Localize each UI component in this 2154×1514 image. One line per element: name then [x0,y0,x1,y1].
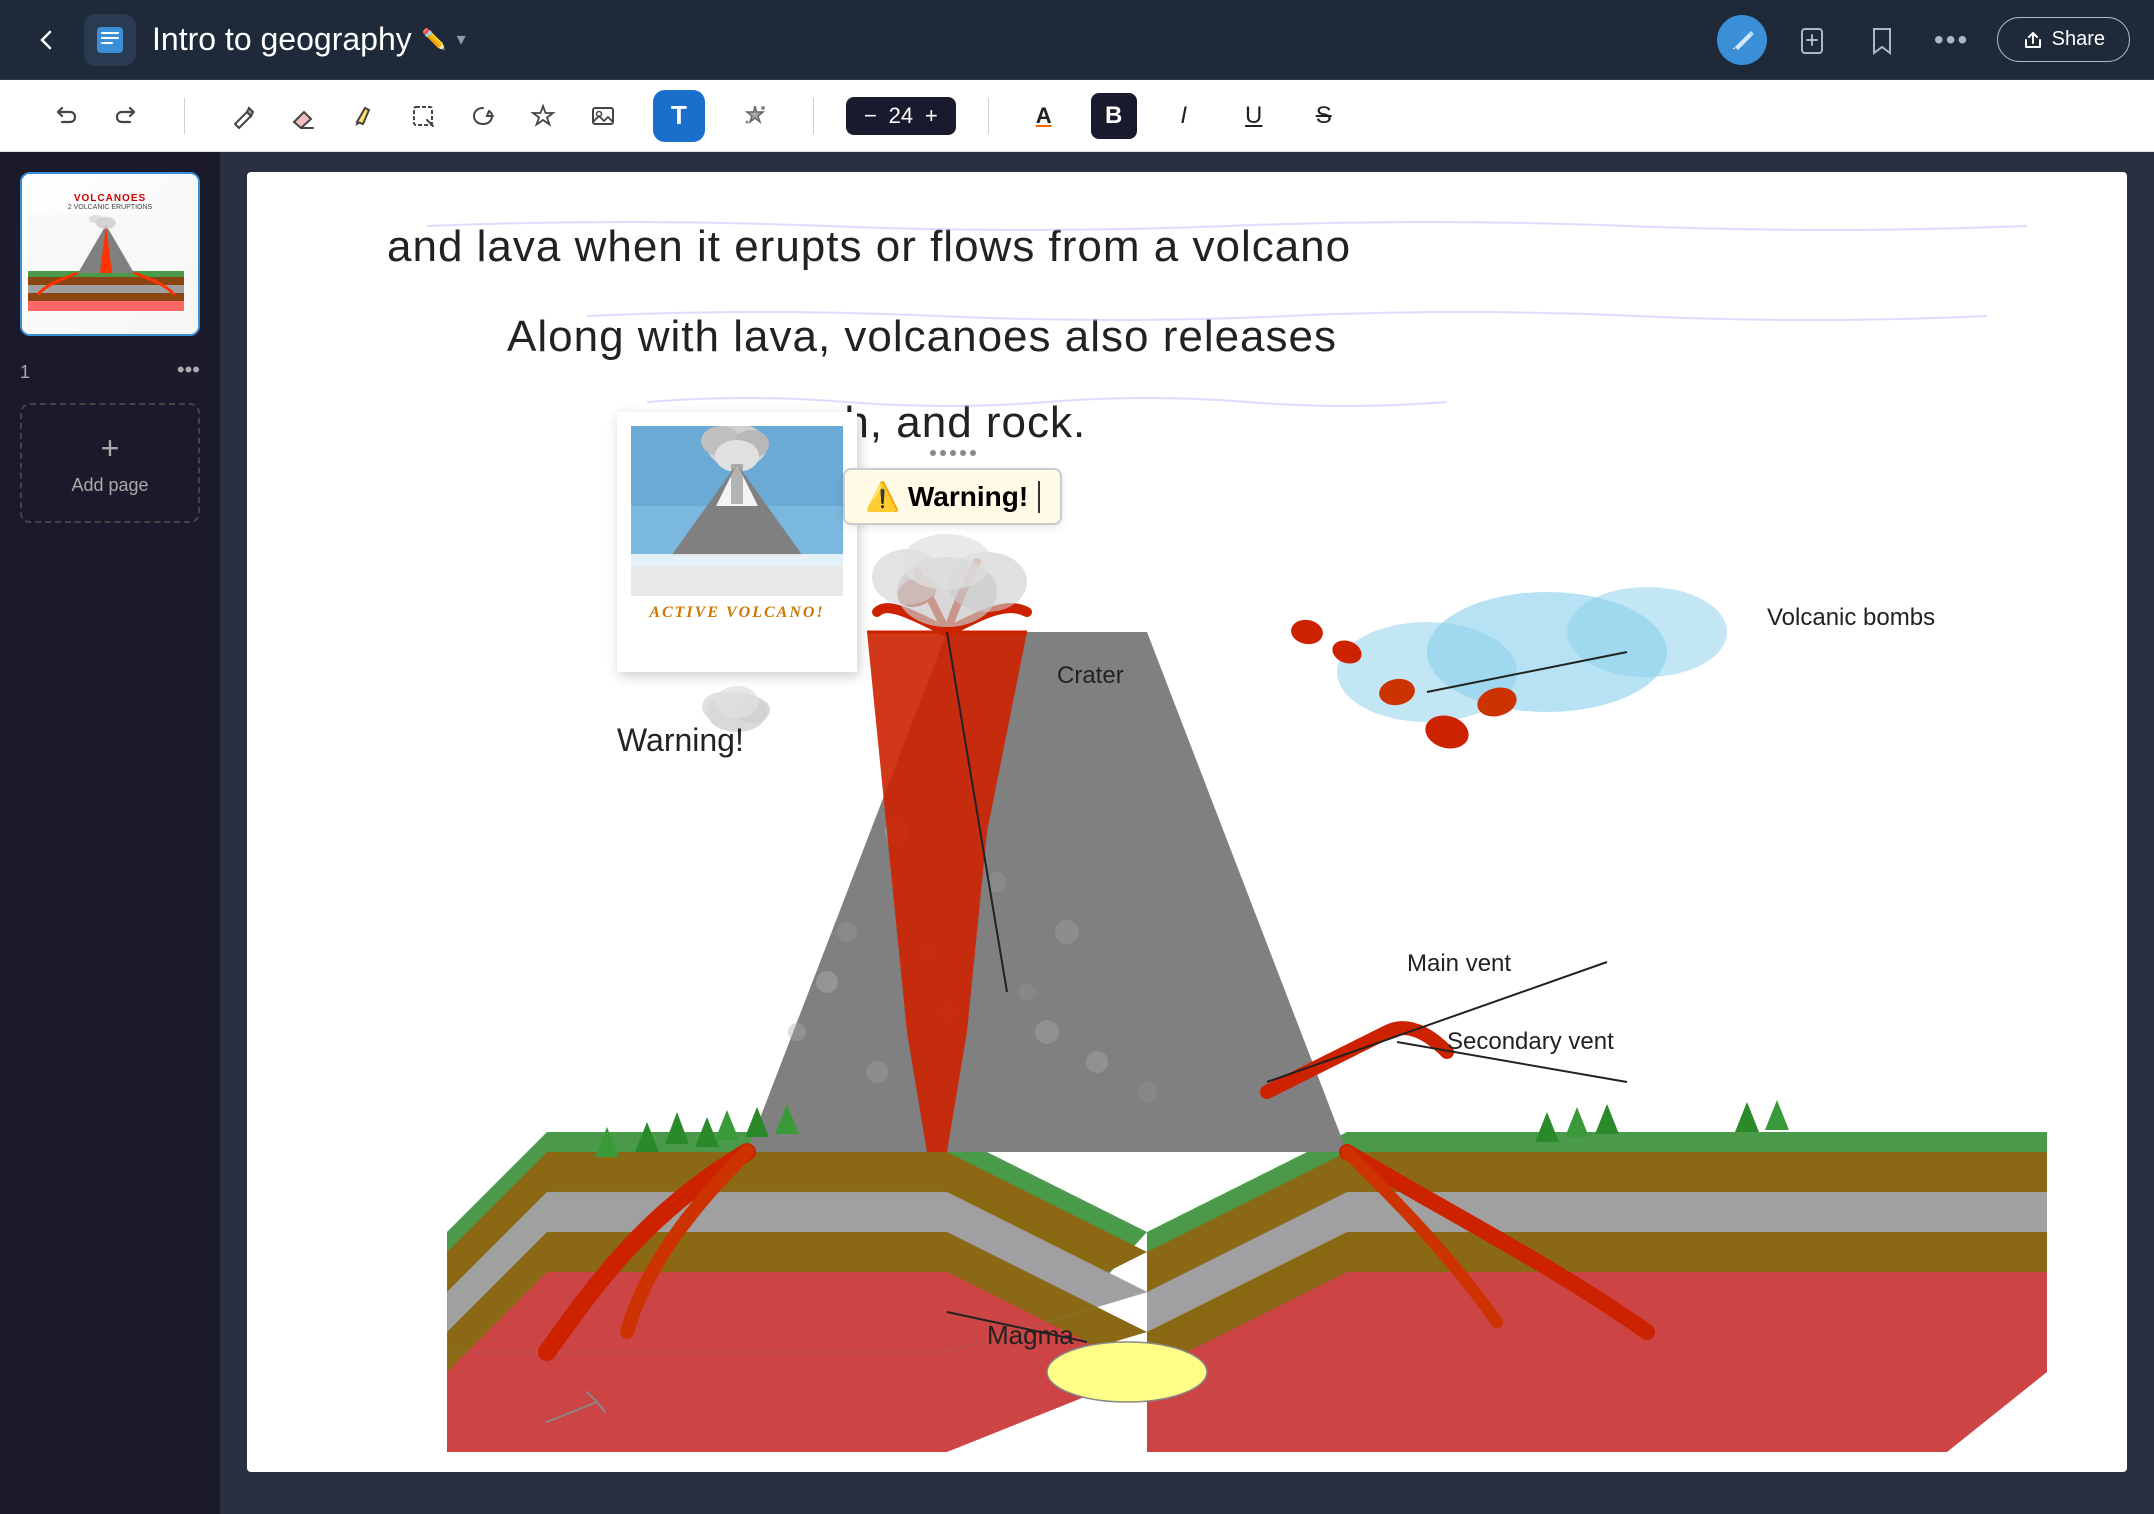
font-size-increase[interactable]: + [921,103,942,129]
undo-button[interactable] [40,90,92,142]
volcano-diagram [447,532,2047,1452]
more-options-button[interactable]: ••• [1927,15,1977,65]
text-tool-icon: T [671,100,687,131]
underline-button[interactable]: U [1231,93,1277,139]
canvas-area[interactable]: and lava when it erupts or flows from a … [220,152,2154,1514]
bold-button[interactable]: B [1091,93,1137,139]
select-rect-button[interactable] [397,90,449,142]
doc-title: Intro to geography ✏️ ▾ [152,21,466,58]
text-tool-button[interactable]: T [653,90,705,142]
font-size-value: 24 [887,103,915,129]
main-area: VOLCANOES 2 VOLCANIC ERUPTIONS [0,152,2154,1514]
font-color-button[interactable]: A [1021,93,1067,139]
page-thumbnail-preview: VOLCANOES 2 VOLCANIC ERUPTIONS [22,174,198,334]
share-button[interactable]: Share [1997,17,2130,62]
pen-mode-button[interactable] [1717,15,1767,65]
page-canvas: and lava when it erupts or flows from a … [247,172,2127,1472]
text-line-2-container: Along with lava, volcanoes also releases [507,312,2067,362]
eraser-button[interactable] [277,90,329,142]
main-vent-label: Main vent [1407,950,1511,978]
bookmark-button[interactable] [1857,15,1907,65]
header: Intro to geography ✏️ ▾ ••• [0,0,2154,80]
pen-tool-button[interactable] [217,90,269,142]
drawing-tools-group [217,90,629,142]
font-size-control: − 24 + [846,97,956,135]
header-left: Intro to geography ✏️ ▾ [24,14,1701,66]
underline-icon: U [1245,102,1262,130]
add-page-button[interactable]: + Add page [20,403,200,523]
thumb-title: VOLCANOES [28,193,192,204]
text-line-1-container: and lava when it erupts or flows from a … [387,222,2067,272]
warning-text: Warning! [908,481,1028,513]
add-page-plus-icon: + [101,430,120,467]
header-right: ••• Share [1717,15,2130,65]
thumb-subtitle: 2 VOLCANIC ERUPTIONS [28,204,192,211]
divider-2 [813,98,814,134]
notebook-icon [84,14,136,66]
text-cursor [1038,481,1040,513]
warning-textbox[interactable]: ⚠️ Warning! [843,468,1062,525]
divider-3 [988,98,989,134]
bold-icon: B [1105,102,1122,130]
page-number: 1 [20,362,30,383]
volcanic-bombs-label: Volcanic bombs [1767,604,1935,632]
lasso-button[interactable] [457,90,509,142]
drag-handle[interactable] [930,450,976,456]
page-footer: 1 ••• [12,352,208,387]
star-tool-button[interactable] [517,90,569,142]
strikethrough-button[interactable]: S [1301,93,1347,139]
ellipsis-icon: ••• [1934,24,1969,56]
add-document-button[interactable] [1787,15,1837,65]
title-pencil-icon: ✏️ [422,27,447,52]
page-1-thumbnail[interactable]: VOLCANOES 2 VOLCANIC ERUPTIONS [20,172,200,336]
sidebar: VOLCANOES 2 VOLCANIC ERUPTIONS [0,152,220,1514]
page-more-button[interactable]: ••• [177,357,200,383]
font-size-decrease[interactable]: − [860,103,881,129]
italic-button[interactable]: I [1161,93,1207,139]
undo-redo-group [40,90,152,142]
image-button[interactable] [577,90,629,142]
magma-label: Magma [987,1320,1074,1351]
add-page-label: Add page [71,475,148,496]
marker-button[interactable] [337,90,389,142]
toolbar: T − 24 + A B I U S [0,80,2154,152]
back-button[interactable] [24,18,68,62]
redo-button[interactable] [100,90,152,142]
crater-label: Crater [1057,662,1124,690]
title-chevron-icon[interactable]: ▾ [457,29,466,50]
italic-icon: I [1180,102,1187,130]
font-color-icon: A [1036,103,1052,129]
magic-tool-button[interactable] [729,90,781,142]
share-label: Share [2052,28,2105,51]
secondary-vent-label: Secondary vent [1447,1028,1614,1056]
warning-emoji: ⚠️ [865,480,900,513]
title-text: Intro to geography [152,21,412,58]
divider-1 [184,98,185,134]
strikethrough-icon: S [1316,102,1332,130]
